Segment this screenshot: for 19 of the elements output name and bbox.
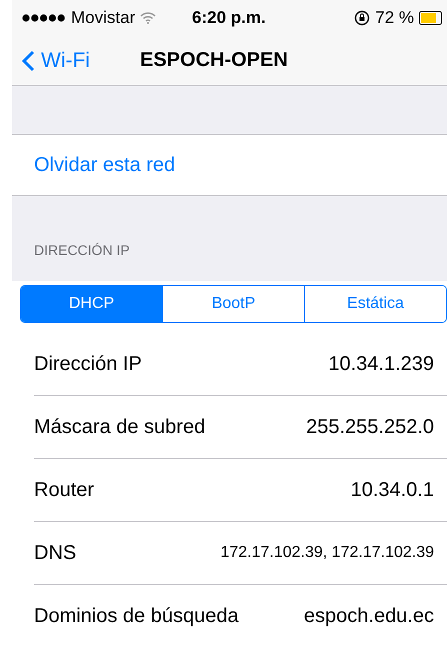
battery-percentage: 72 %: [375, 8, 414, 28]
screen-title: ESPOCH-OPEN: [140, 49, 288, 72]
row-value: 172.17.102.39, 172.17.102.39: [220, 544, 434, 562]
segment-tab[interactable]: DHCP: [21, 286, 162, 322]
row-value: 10.34.0.1: [350, 478, 434, 502]
row-value: espoch.edu.ec: [304, 604, 434, 628]
row-label: Router: [34, 478, 94, 502]
clock-time: 6:20 p.m.: [192, 8, 267, 28]
forget-network-button[interactable]: Olvidar esta red: [12, 135, 447, 195]
row-label: Dominios de búsqueda: [34, 604, 239, 628]
row-value: 10.34.1.239: [328, 352, 434, 376]
section-header: DIRECCIÓN IP: [33, 241, 131, 260]
row-label: Dirección IP: [34, 352, 142, 376]
row-value: 255.255.252.0: [306, 416, 434, 438]
segment-tab[interactable]: Estática: [304, 286, 446, 322]
row-label: DNS: [34, 542, 76, 564]
row-label: Máscara de subred: [34, 416, 206, 438]
carrier-name: Movistar: [71, 8, 136, 28]
back-button[interactable]: Wi-Fi: [22, 48, 140, 73]
